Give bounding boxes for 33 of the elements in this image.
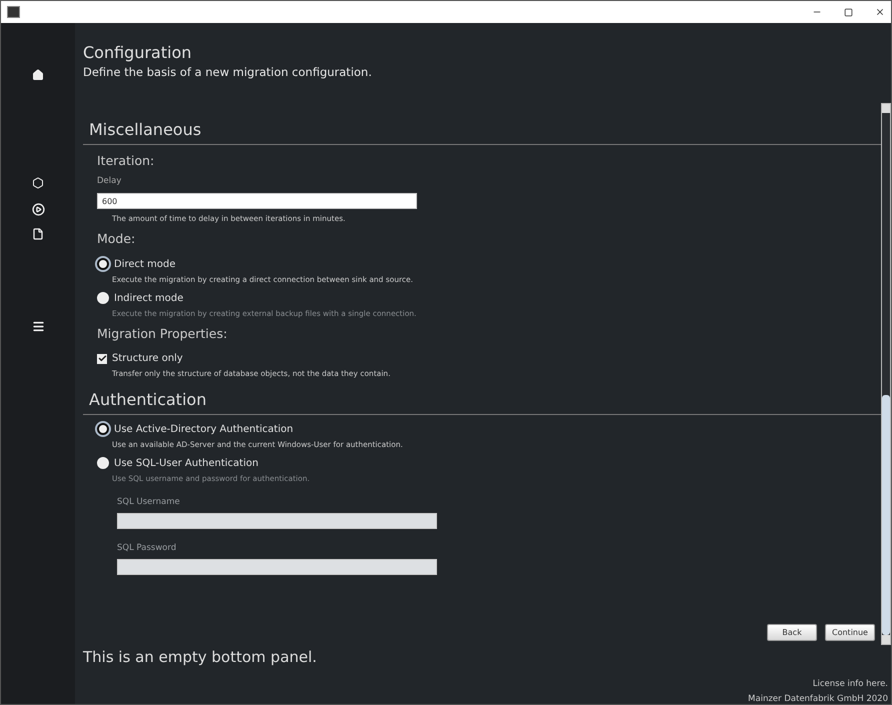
play-icon[interactable] (32, 203, 44, 216)
field-label: Delay (97, 176, 122, 186)
scrollbar[interactable] (881, 103, 891, 645)
radio-label[interactable]: Use SQL-User Authentication (114, 458, 258, 468)
radio-button[interactable] (97, 423, 109, 435)
section-title: Authentication (83, 390, 881, 415)
continue-button[interactable]: Continue (825, 624, 875, 641)
page-subtitle: Define the basis of a new migration configuration. (83, 65, 373, 79)
checkbox-label[interactable]: Structure only (112, 353, 183, 364)
section-title: Miscellaneous (83, 120, 881, 145)
bottom-panel-text: This is an empty bottom panel. (83, 648, 317, 666)
app-icon (7, 6, 20, 18)
maximize-icon[interactable] (844, 8, 853, 16)
group-title: Mode: (97, 231, 136, 246)
hexagon-icon[interactable] (32, 177, 44, 189)
field-label: SQL Password (117, 543, 178, 553)
checkbox[interactable] (97, 354, 107, 364)
radio-label[interactable]: Indirect mode (114, 292, 184, 304)
license-text[interactable]: License info here. (812, 679, 888, 689)
radio-label[interactable]: Direct mode (114, 258, 176, 270)
group-title: Migration Properties: (97, 326, 228, 341)
input-field[interactable]: 600 (97, 193, 417, 209)
back-button[interactable]: Back (767, 624, 817, 641)
company-text: Mainzer Datenfabrik GmbH 2020 (748, 694, 888, 704)
radio-button[interactable] (97, 258, 109, 270)
radio-label[interactable]: Use Active-Directory Authentication (114, 424, 294, 434)
field-label: SQL Username (117, 497, 181, 507)
group-title: Iteration: (97, 153, 156, 168)
page-title: Configuration (83, 43, 193, 62)
close-icon[interactable] (875, 7, 885, 17)
file-icon[interactable] (32, 228, 44, 240)
home-icon[interactable] (32, 69, 44, 81)
menu-icon[interactable] (32, 320, 44, 333)
